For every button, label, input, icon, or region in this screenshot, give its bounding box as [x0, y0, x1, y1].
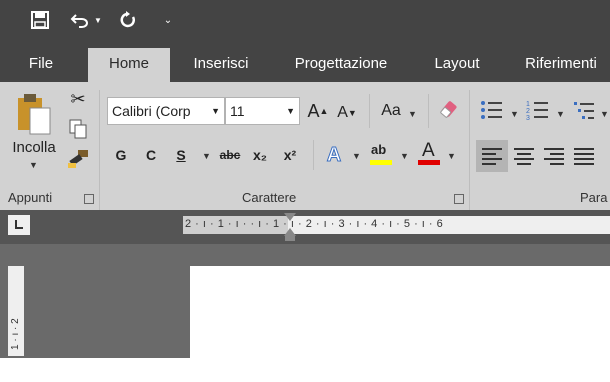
font-group-label: Carattere [242, 190, 297, 205]
align-center-icon[interactable] [510, 140, 538, 172]
subscript-button[interactable]: x₂ [248, 144, 272, 166]
left-indent-marker[interactable] [285, 235, 295, 241]
font-name-value: Calibri (Corp [112, 103, 191, 119]
group-separator [99, 90, 100, 210]
change-case-dropdown-icon[interactable]: ▼ [408, 109, 417, 119]
cut-icon[interactable]: ✂ [66, 88, 90, 110]
font-launcher-icon[interactable] [454, 194, 464, 204]
multilevel-dropdown-icon[interactable]: ▼ [600, 109, 609, 119]
paragraph-group-label: Para [580, 190, 608, 205]
multilevel-list-icon[interactable] [572, 98, 596, 122]
superscript-button[interactable]: x² [278, 144, 302, 166]
align-right-icon[interactable] [540, 140, 568, 172]
format-painter-icon[interactable] [66, 148, 90, 170]
first-line-indent-marker[interactable] [284, 213, 296, 221]
paste-button[interactable]: Incolla [4, 138, 64, 156]
tab-home[interactable]: Home [88, 48, 170, 82]
tab-selector-icon[interactable] [8, 215, 30, 235]
tab-progettazione[interactable]: Progettazione [278, 48, 404, 82]
numbering-dropdown-icon[interactable]: ▼ [556, 109, 565, 119]
divider [369, 94, 370, 128]
vertical-ruler[interactable]: 1 · ı · 2 [8, 266, 24, 356]
font-size-select[interactable]: 11 ▼ [225, 97, 300, 125]
vertical-ruler-ticks: 1 · ı · 2 [10, 318, 21, 350]
chevron-down-icon: ▼ [211, 106, 220, 116]
highlight-color-icon[interactable]: ab [368, 142, 394, 168]
clipboard-launcher-icon[interactable] [84, 194, 94, 204]
underline-dropdown-icon[interactable]: ▼ [202, 151, 211, 161]
justify-icon[interactable] [570, 140, 598, 172]
change-case-button[interactable]: Aa [376, 98, 406, 124]
page-bottom-margin [0, 358, 610, 382]
redo-icon[interactable] [116, 8, 140, 32]
group-separator [469, 90, 470, 210]
quick-access-toolbar: ▼ ⌄ [0, 0, 610, 48]
svg-text:3: 3 [526, 115, 530, 122]
chevron-down-icon: ▼ [286, 106, 295, 116]
grow-font-icon[interactable]: A ▲ [306, 98, 330, 124]
divider [313, 140, 314, 170]
svg-text:2: 2 [526, 108, 530, 115]
svg-text:1: 1 [526, 101, 530, 108]
clipboard-group-label: Appunti [8, 190, 53, 205]
divider [428, 94, 429, 128]
shrink-font-icon[interactable]: A ▼ [336, 100, 358, 126]
paste-dropdown-icon[interactable]: ▼ [29, 160, 38, 170]
document-page[interactable] [190, 266, 610, 358]
font-color-icon[interactable]: A [416, 140, 442, 168]
ribbon-tabs: File Home Inserisci Progettazione Layout… [0, 48, 610, 82]
save-icon[interactable] [28, 8, 52, 32]
strikethrough-button[interactable]: abc [216, 144, 244, 166]
tab-riferimenti[interactable]: Riferimenti [512, 48, 610, 82]
tab-inserisci[interactable]: Inserisci [182, 48, 260, 82]
font-size-value: 11 [230, 103, 245, 119]
clear-formatting-icon[interactable] [438, 98, 462, 122]
numbering-icon[interactable]: 123 [526, 98, 550, 122]
highlight-dropdown-icon[interactable]: ▼ [400, 151, 409, 161]
text-effects-dropdown-icon[interactable]: ▼ [352, 151, 361, 161]
underline-button[interactable]: S [172, 144, 190, 166]
clipboard-icon[interactable] [12, 92, 56, 136]
bullets-icon[interactable] [480, 98, 504, 122]
undo-dropdown-icon[interactable]: ▼ [93, 8, 103, 32]
italic-button[interactable]: C [142, 144, 160, 166]
horizontal-ruler[interactable]: 2 · ı · 1 · ı · · ı · 1 · ı · 2 · ı · 3 … [183, 213, 610, 241]
ruler-ticks: 2 · ı · 1 · ı · · ı · 1 · ı · 2 · ı · 3 … [185, 218, 444, 230]
copy-icon[interactable] [68, 118, 88, 140]
tab-file[interactable]: File [14, 48, 68, 82]
align-left-icon[interactable] [476, 140, 508, 172]
bullets-dropdown-icon[interactable]: ▼ [510, 109, 519, 119]
text-effects-icon[interactable]: A [322, 142, 346, 168]
font-name-select[interactable]: Calibri (Corp ▼ [107, 97, 225, 125]
customize-toolbar-icon[interactable]: ⌄ [160, 8, 176, 32]
undo-icon[interactable] [68, 8, 92, 32]
font-color-dropdown-icon[interactable]: ▼ [447, 151, 456, 161]
tab-layout[interactable]: Layout [420, 48, 494, 82]
bold-button[interactable]: G [112, 144, 130, 166]
ribbon: Incolla ▼ ✂ Appunti Calibri (Corp ▼ 11 ▼… [0, 82, 610, 210]
